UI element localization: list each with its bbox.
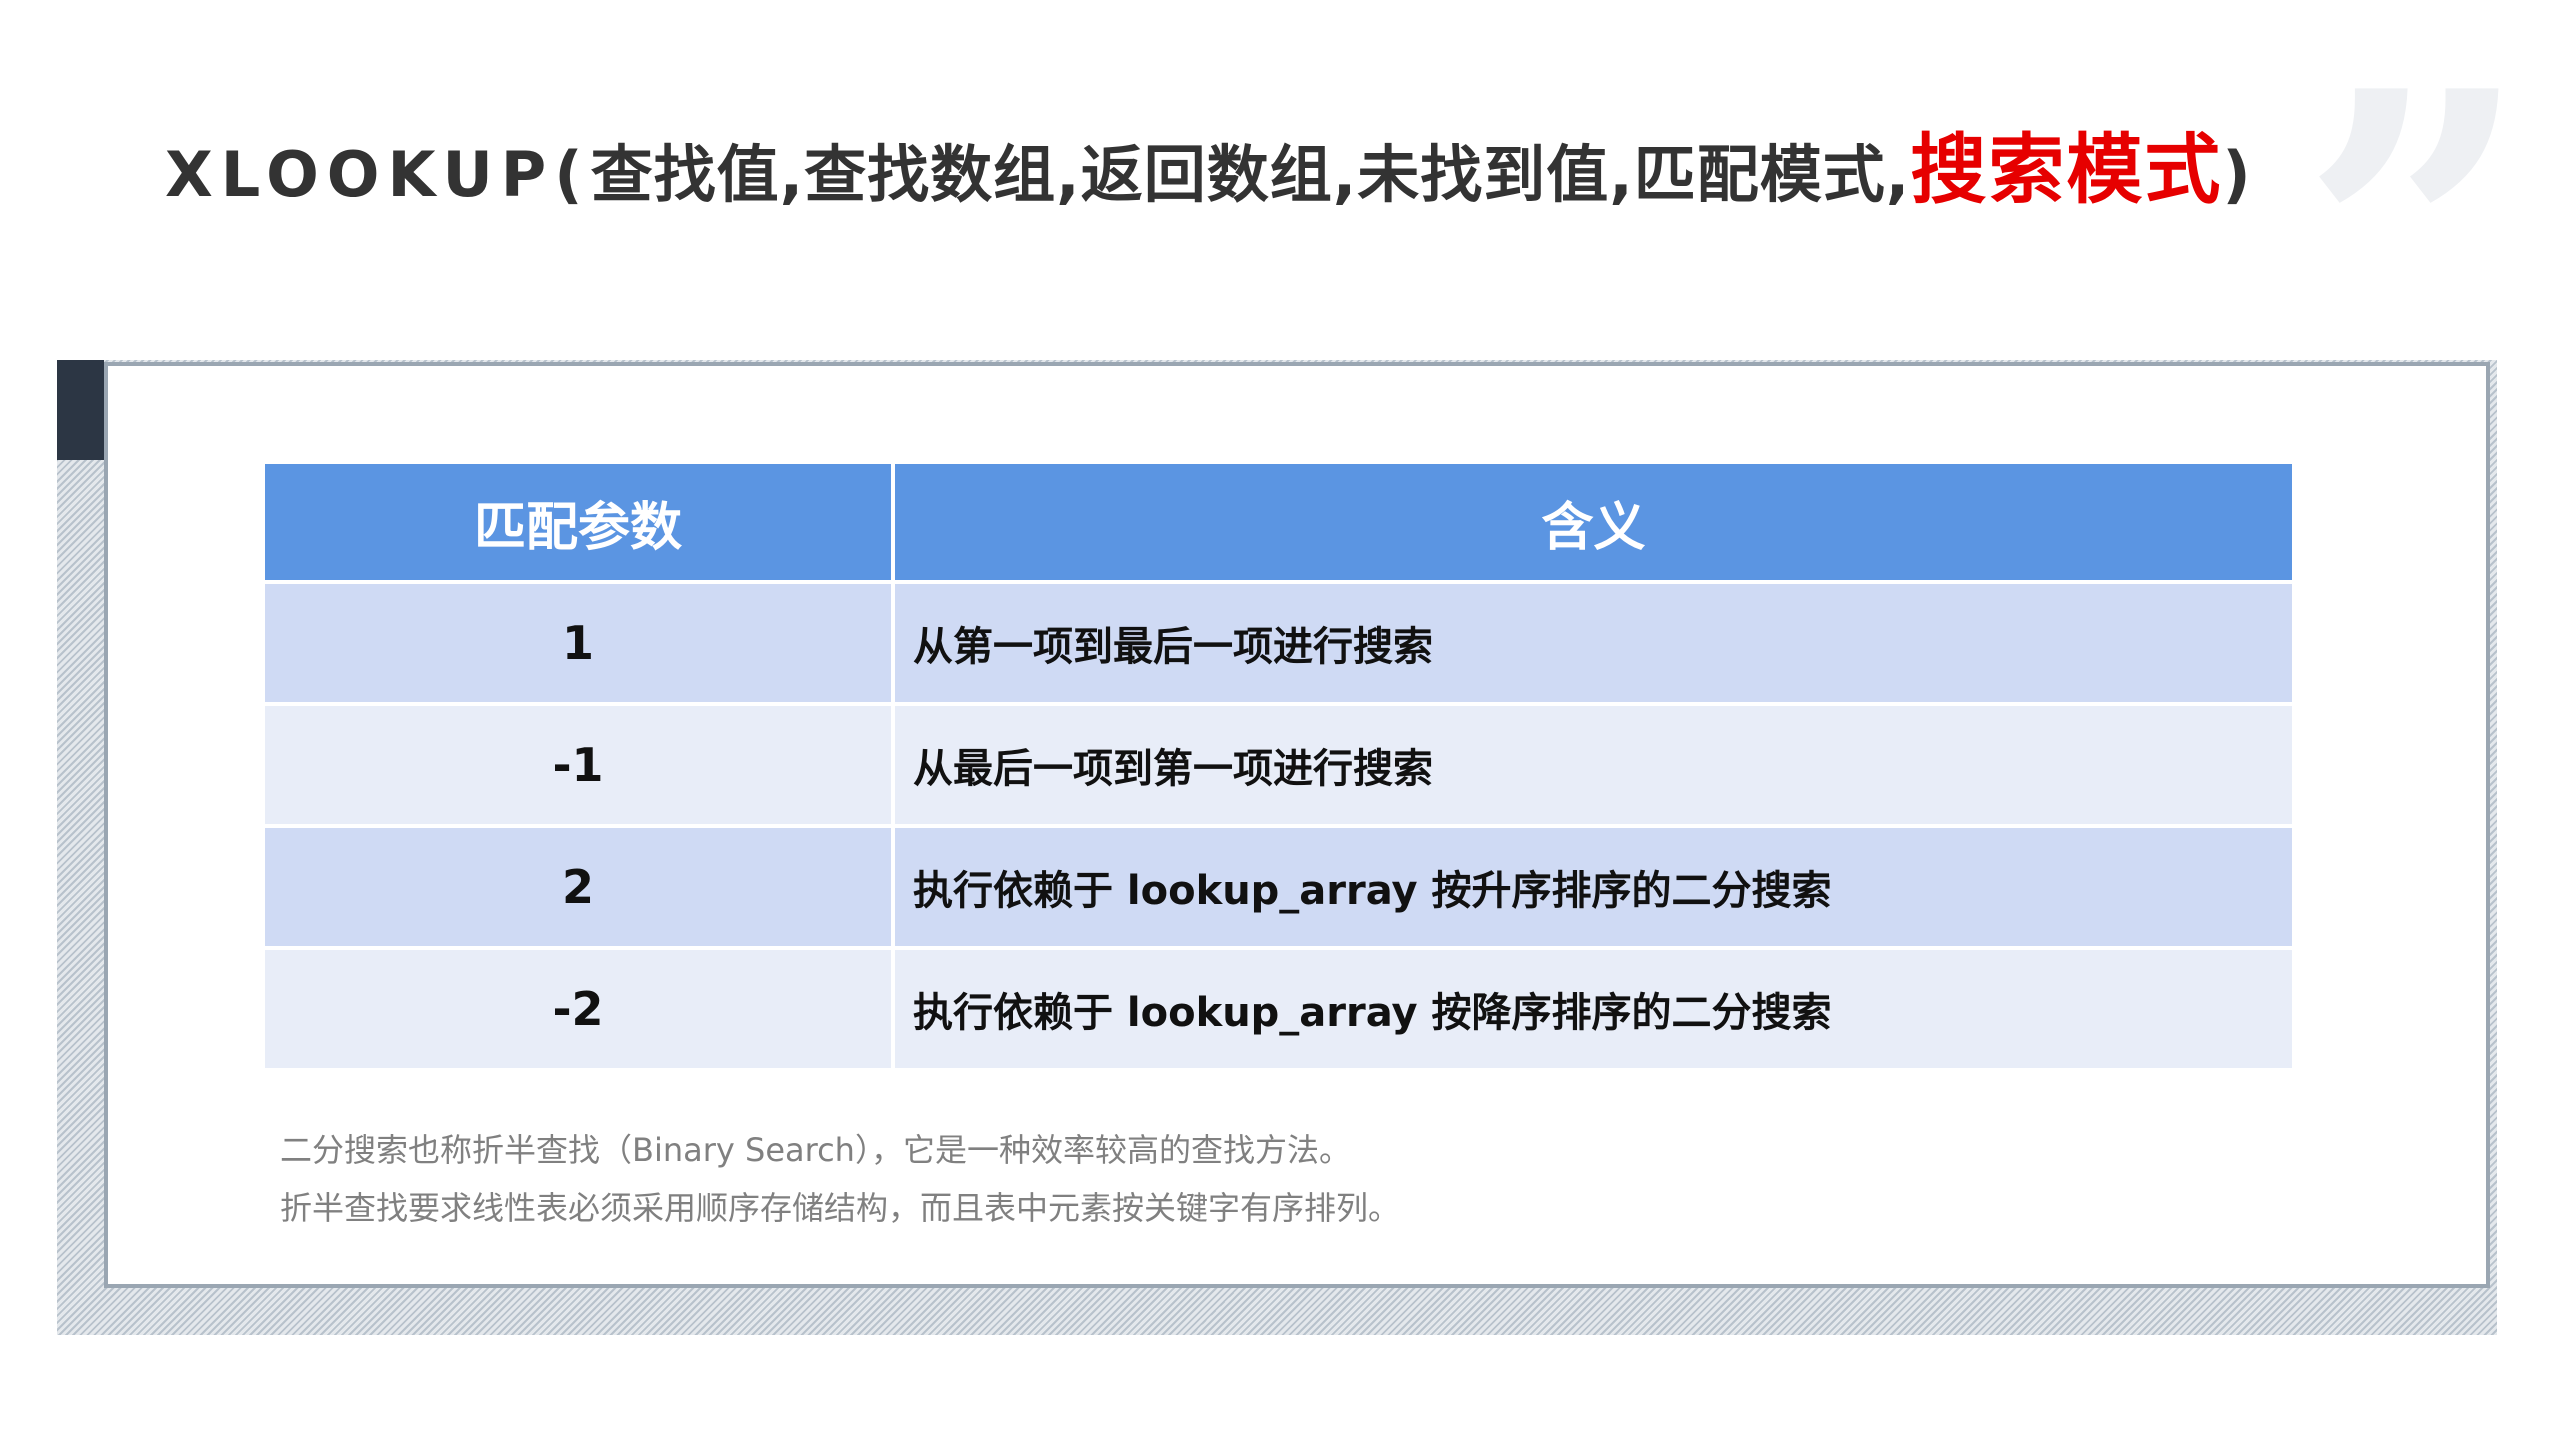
- title-function-name: XLOOKUP(: [165, 138, 591, 211]
- footnote-line: 二分搜索也称折半查找（Binary Search），它是一种效率较高的查找方法。: [280, 1131, 1351, 1169]
- title-highlight-argument: 搜索模式: [1910, 125, 2223, 214]
- param-cell: 2: [265, 828, 895, 950]
- content-card: 匹配参数 含义 1 从第一项到最后一项进行搜索 -1 从最后一项到第一项进行搜索…: [104, 362, 2490, 1288]
- param-cell: -1: [265, 706, 895, 828]
- page-title: XLOOKUP(查找值,查找数组,返回数组,未找到值,匹配模式,搜索模式): [165, 132, 2252, 208]
- title-arguments: 查找值,查找数组,返回数组,未找到值,匹配模式,: [590, 138, 1911, 211]
- table-header-row: 匹配参数 含义: [265, 464, 2292, 584]
- dark-accent-tab: [57, 360, 104, 460]
- header-meaning: 含义: [895, 464, 2292, 584]
- table-row: 2 执行依赖于 lookup_array 按升序排序的二分搜索: [265, 828, 2292, 950]
- meaning-cell: 执行依赖于 lookup_array 按降序排序的二分搜索: [895, 950, 2292, 1072]
- match-mode-table: 匹配参数 含义 1 从第一项到最后一项进行搜索 -1 从最后一项到第一项进行搜索…: [265, 464, 2292, 1072]
- header-param: 匹配参数: [265, 464, 895, 584]
- meaning-cell: 执行依赖于 lookup_array 按升序排序的二分搜索: [895, 828, 2292, 950]
- table-row: 1 从第一项到最后一项进行搜索: [265, 584, 2292, 706]
- meaning-cell: 从最后一项到第一项进行搜索: [895, 706, 2292, 828]
- footnote-line: 折半查找要求线性表必须采用顺序存储结构，而且表中元素按关键字有序排列。: [280, 1189, 1401, 1227]
- param-cell: -2: [265, 950, 895, 1072]
- param-cell: 1: [265, 584, 895, 706]
- table-row: -2 执行依赖于 lookup_array 按降序排序的二分搜索: [265, 950, 2292, 1072]
- title-close-paren: ): [2222, 138, 2252, 211]
- meaning-cell: 从第一项到最后一项进行搜索: [895, 584, 2292, 706]
- slide: ” XLOOKUP(查找值,查找数组,返回数组,未找到值,匹配模式,搜索模式) …: [0, 0, 2560, 1440]
- footnotes: 二分搜索也称折半查找（Binary Search），它是一种效率较高的查找方法。…: [280, 1121, 1400, 1237]
- table-row: -1 从最后一项到第一项进行搜索: [265, 706, 2292, 828]
